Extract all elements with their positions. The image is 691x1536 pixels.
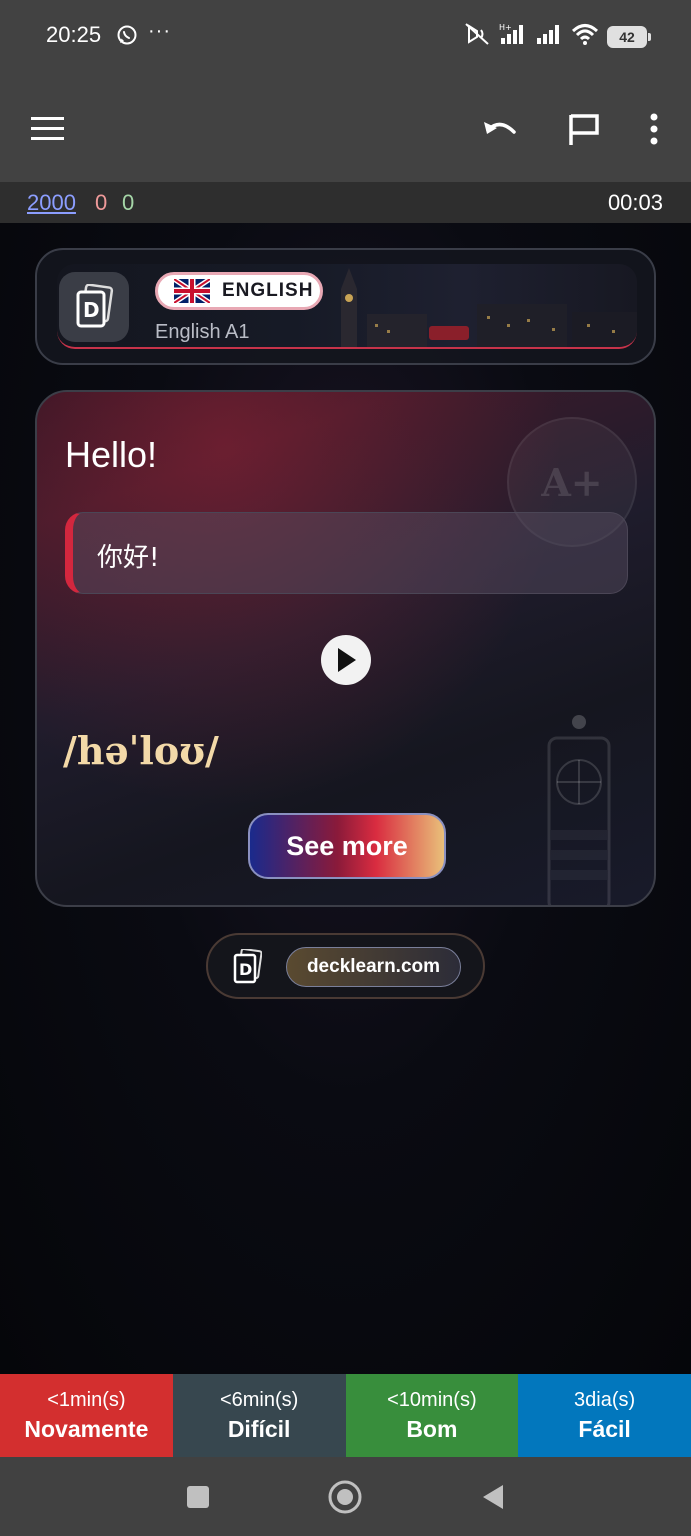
answer-hard-interval: <6min(s)	[219, 1388, 299, 1411]
review-count: 0	[122, 190, 135, 215]
card-content[interactable]: D ENGLISH English A1 A+ Hello! 你好! /həˈl…	[0, 223, 691, 1374]
answer-easy-button[interactable]: 3dia(s) Fácil	[518, 1374, 691, 1457]
answer-hard-label: Difícil	[227, 1415, 291, 1442]
site-link-pill: D decklearn.com	[206, 933, 485, 999]
whatsapp-icon	[116, 24, 138, 51]
undo-icon[interactable]	[476, 105, 524, 153]
translation-box: 你好!	[65, 512, 628, 594]
signal-icon	[535, 22, 563, 51]
deck-header: D ENGLISH English A1	[35, 248, 656, 365]
back-icon[interactable]	[474, 1479, 510, 1515]
svg-text:H+: H+	[499, 23, 512, 32]
home-icon[interactable]	[327, 1479, 363, 1515]
answer-easy-label: Fácil	[578, 1415, 631, 1442]
language-label: ENGLISH	[222, 280, 314, 301]
see-more-button[interactable]: See more	[248, 813, 446, 879]
answer-good-button[interactable]: <10min(s) Bom	[345, 1374, 519, 1457]
answer-good-label: Bom	[406, 1415, 458, 1442]
grade-badge-label: A+	[541, 459, 603, 505]
more-notifications-icon: ···	[148, 20, 171, 42]
svg-text:D: D	[83, 298, 100, 322]
play-audio-button[interactable]	[321, 635, 371, 685]
answer-again-button[interactable]: <1min(s) Novamente	[0, 1374, 173, 1457]
translation-text: 你好!	[97, 543, 160, 573]
card-counts-bar: 2000 0 0 00:03	[0, 182, 691, 223]
status-time: 20:25	[46, 22, 102, 47]
answer-hard-button[interactable]: <6min(s) Difícil	[172, 1374, 346, 1457]
battery-icon: 42	[607, 25, 651, 48]
london-skyline-image	[341, 268, 637, 347]
menu-icon[interactable]	[24, 105, 72, 153]
app-toolbar	[0, 75, 691, 182]
site-link-button[interactable]: decklearn.com	[286, 947, 461, 987]
card-word: Hello!	[65, 434, 158, 475]
answer-buttons: <1min(s) Novamente <6min(s) Difícil <10m…	[0, 1374, 691, 1457]
deck-logo-icon: D	[232, 947, 263, 990]
deck-banner	[57, 264, 637, 349]
answer-again-label: Novamente	[24, 1415, 149, 1442]
system-nav-bar	[0, 1457, 691, 1536]
answer-good-interval: <10min(s)	[387, 1388, 477, 1411]
learning-count: 0	[95, 190, 108, 215]
answer-easy-interval: 3dia(s)	[574, 1388, 636, 1411]
card-timer: 00:03	[607, 190, 663, 215]
clock-tower-decoration	[547, 715, 611, 905]
flashcard[interactable]: A+ Hello! 你好! /həˈloʊ/ See more	[35, 390, 656, 907]
signal-icon: H+	[499, 22, 527, 51]
svg-text:D: D	[239, 960, 252, 979]
answer-again-interval: <1min(s)	[47, 1388, 126, 1411]
flag-icon[interactable]	[560, 105, 608, 153]
recents-icon[interactable]	[180, 1479, 216, 1515]
new-count[interactable]: 2000	[27, 190, 76, 216]
uk-flag-icon	[174, 279, 210, 303]
language-badge: ENGLISH	[155, 272, 323, 310]
deck-name: English A1	[155, 321, 250, 343]
more-vert-icon[interactable]	[630, 105, 678, 153]
wifi-icon	[571, 22, 599, 51]
play-icon	[338, 648, 356, 672]
pronunciation-ipa: /həˈloʊ/	[63, 728, 219, 773]
deck-logo-icon: D	[59, 272, 129, 342]
mute-icon	[463, 22, 491, 51]
status-bar: 20:25 ··· H+ 42	[0, 0, 691, 75]
